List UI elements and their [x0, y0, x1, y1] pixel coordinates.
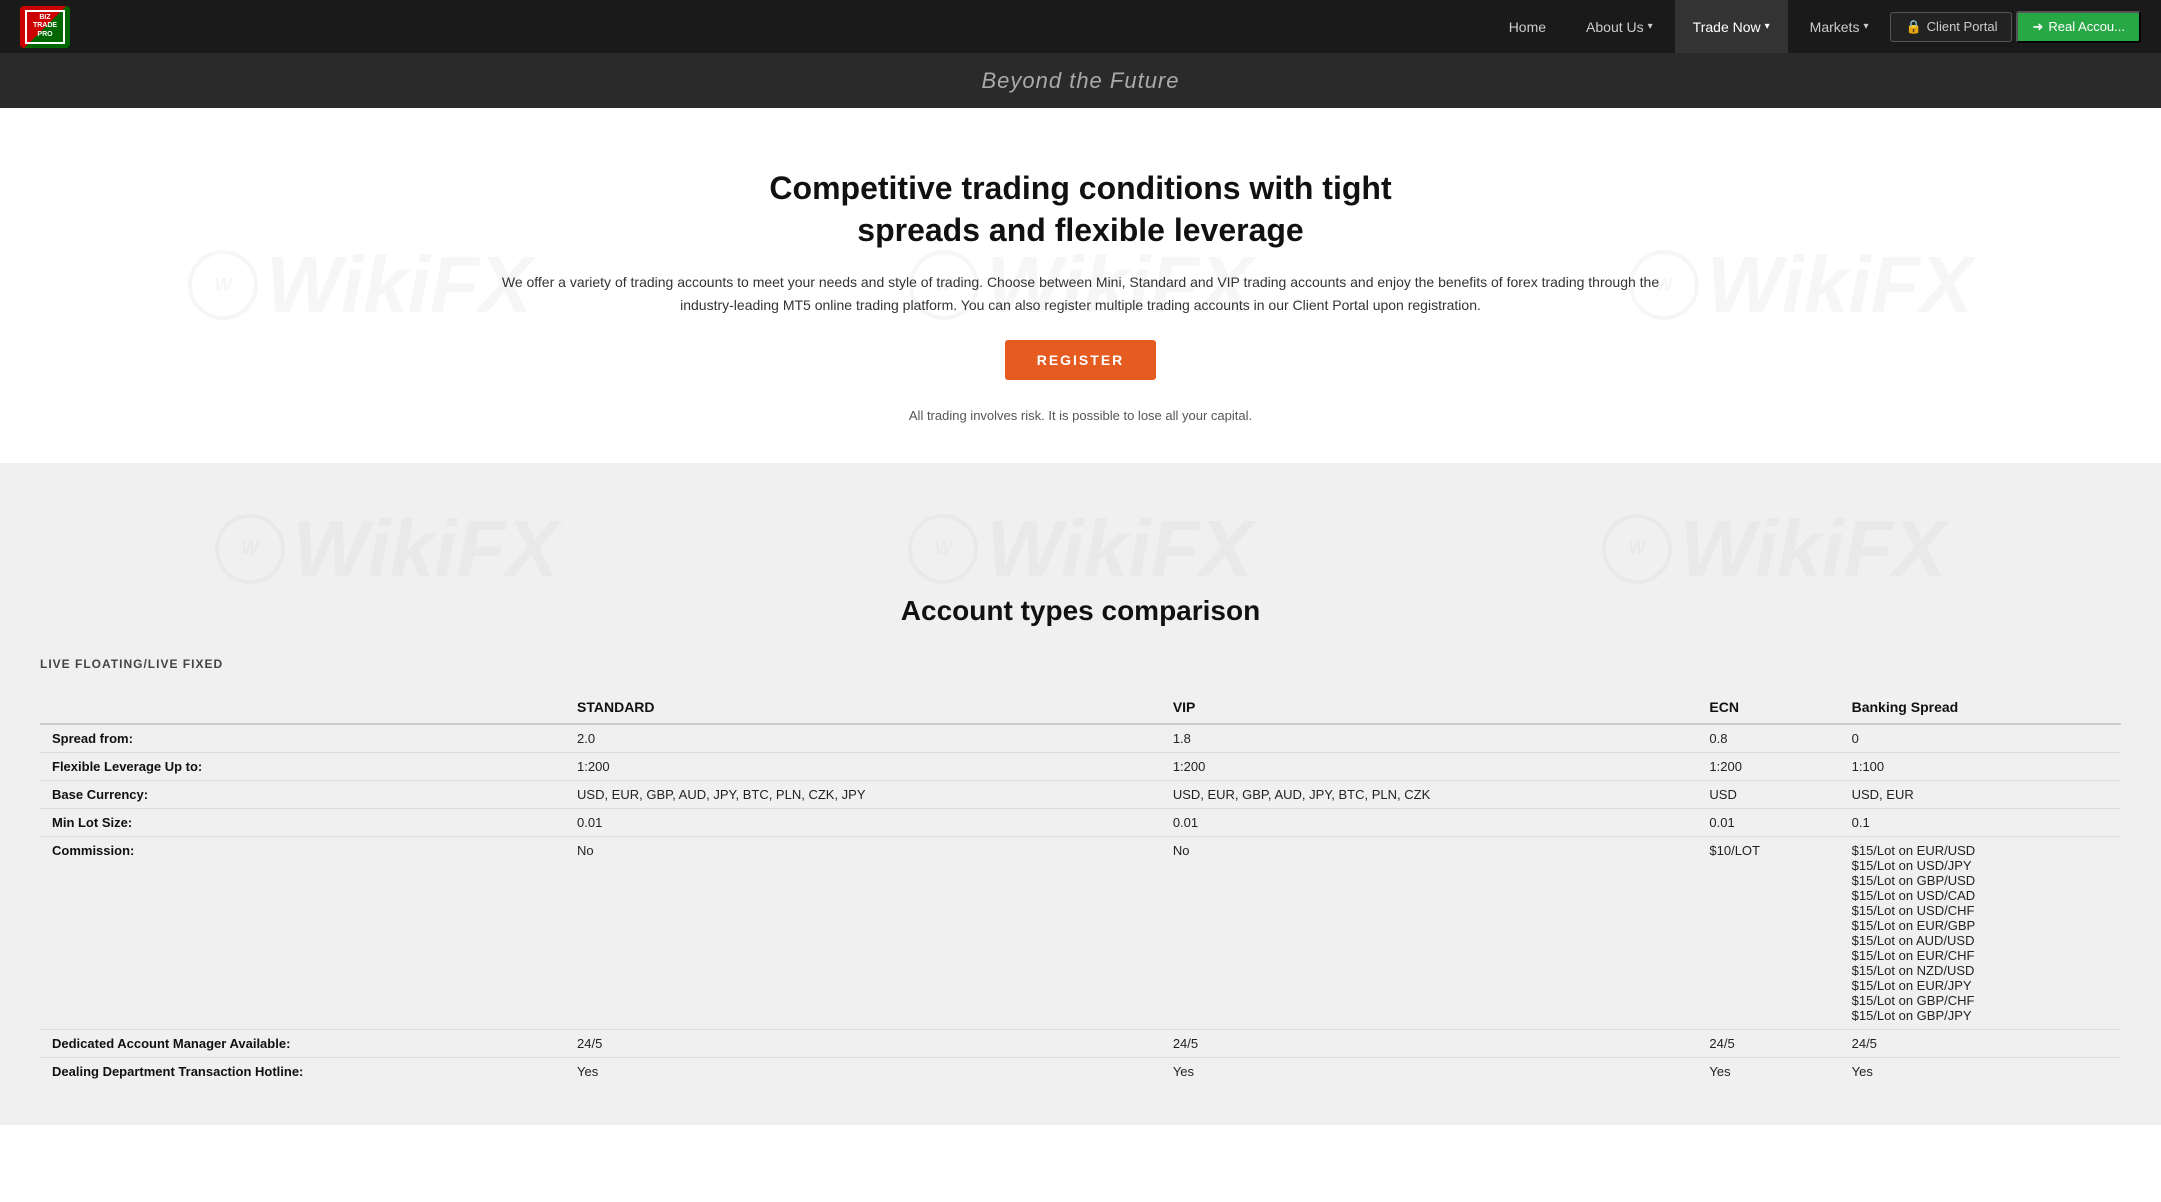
row-cell-banking: 0.1 — [1840, 808, 2121, 836]
table-row: Dedicated Account Manager Available:24/5… — [40, 1029, 2121, 1057]
row-cell-banking: 1:100 — [1840, 752, 2121, 780]
chevron-down-icon: ▾ — [1863, 21, 1868, 32]
row-cell-standard: 24/5 — [565, 1029, 1161, 1057]
row-cell-standard: USD, EUR, GBP, AUD, JPY, BTC, PLN, CZK, … — [565, 780, 1161, 808]
register-button[interactable]: REGISTER — [1005, 340, 1157, 380]
col-header-banking: Banking Spread — [1840, 691, 2121, 724]
row-label: Flexible Leverage Up to: — [40, 752, 565, 780]
lock-icon: 🔒 — [1905, 19, 1921, 35]
logo[interactable]: BIZTRADEPRO — [20, 6, 70, 48]
row-cell-vip: No — [1161, 836, 1698, 1029]
client-portal-button[interactable]: 🔒 Client Portal — [1890, 12, 2012, 42]
table-row: Min Lot Size:0.010.010.010.1 — [40, 808, 2121, 836]
comparison-table: STANDARD VIP ECN Banking Spread Spread f… — [40, 691, 2121, 1085]
section-label: LIVE FLOATING/LIVE FIXED — [40, 657, 2121, 671]
row-cell-standard: No — [565, 836, 1161, 1029]
risk-warning: All trading involves risk. It is possibl… — [20, 408, 2141, 423]
main-title: Competitive trading conditions with tigh… — [731, 168, 1431, 251]
comparison-title: Account types comparison — [40, 595, 2121, 627]
row-cell-ecn: $10/LOT — [1697, 836, 1839, 1029]
nav-links: Home About Us ▾ Trade Now ▾ Markets ▾ 🔒 … — [1491, 0, 2141, 53]
row-cell-banking: $15/Lot on EUR/USD $15/Lot on USD/JPY $1… — [1840, 836, 2121, 1029]
row-cell-banking: 24/5 — [1840, 1029, 2121, 1057]
navbar: BIZTRADEPRO Home About Us ▾ Trade Now ▾ … — [0, 0, 2161, 53]
table-row: Spread from:2.01.80.80 — [40, 724, 2121, 753]
real-account-button[interactable]: ➜ Real Accou... — [2016, 11, 2141, 43]
row-cell-standard: 0.01 — [565, 808, 1161, 836]
table-row: Dealing Department Transaction Hotline:Y… — [40, 1057, 2121, 1085]
comparison-section: W WikiFX W WikiFX W WikiFX Account types… — [0, 463, 2161, 1125]
col-header-vip: VIP — [1161, 691, 1698, 724]
row-label: Dedicated Account Manager Available: — [40, 1029, 565, 1057]
row-cell-standard: Yes — [565, 1057, 1161, 1085]
col-header-ecn: ECN — [1697, 691, 1839, 724]
arrow-right-icon: ➜ — [2032, 19, 2043, 35]
table-row: Base Currency:USD, EUR, GBP, AUD, JPY, B… — [40, 780, 2121, 808]
row-cell-vip: 1.8 — [1161, 724, 1698, 753]
row-cell-banking: 0 — [1840, 724, 2121, 753]
row-label: Spread from: — [40, 724, 565, 753]
main-section: W WikiFX W WikiFX W WikiFX Competitive t… — [0, 108, 2161, 463]
col-header-standard: STANDARD — [565, 691, 1161, 724]
row-label: Min Lot Size: — [40, 808, 565, 836]
row-label: Dealing Department Transaction Hotline: — [40, 1057, 565, 1085]
nav-about[interactable]: About Us ▾ — [1568, 0, 1671, 53]
row-label: Commission: — [40, 836, 565, 1029]
watermark-overlay: W WikiFX W WikiFX W WikiFX — [40, 503, 2121, 595]
row-cell-ecn: 0.01 — [1697, 808, 1839, 836]
hero-tagline: Beyond the Future — [981, 68, 1179, 94]
chevron-down-icon: ▾ — [1765, 21, 1770, 32]
row-cell-banking: Yes — [1840, 1057, 2121, 1085]
row-cell-vip: 24/5 — [1161, 1029, 1698, 1057]
row-cell-ecn: 24/5 — [1697, 1029, 1839, 1057]
row-cell-vip: 0.01 — [1161, 808, 1698, 836]
row-cell-standard: 2.0 — [565, 724, 1161, 753]
hero-banner: Beyond the Future — [0, 53, 2161, 108]
main-description: We offer a variety of trading accounts t… — [481, 271, 1681, 316]
nav-home[interactable]: Home — [1491, 0, 1564, 53]
row-cell-standard: 1:200 — [565, 752, 1161, 780]
table-header-row: STANDARD VIP ECN Banking Spread — [40, 691, 2121, 724]
row-cell-ecn: 0.8 — [1697, 724, 1839, 753]
table-row: Flexible Leverage Up to:1:2001:2001:2001… — [40, 752, 2121, 780]
row-cell-ecn: 1:200 — [1697, 752, 1839, 780]
row-cell-vip: USD, EUR, GBP, AUD, JPY, BTC, PLN, CZK — [1161, 780, 1698, 808]
col-header-label — [40, 691, 565, 724]
nav-markets[interactable]: Markets ▾ — [1792, 0, 1887, 53]
row-cell-vip: 1:200 — [1161, 752, 1698, 780]
row-cell-ecn: USD — [1697, 780, 1839, 808]
row-cell-vip: Yes — [1161, 1057, 1698, 1085]
chevron-down-icon: ▾ — [1648, 21, 1653, 32]
row-cell-banking: USD, EUR — [1840, 780, 2121, 808]
table-row: Commission:NoNo$10/LOT$15/Lot on EUR/USD… — [40, 836, 2121, 1029]
nav-trade-now[interactable]: Trade Now ▾ — [1675, 0, 1788, 53]
row-cell-ecn: Yes — [1697, 1057, 1839, 1085]
row-label: Base Currency: — [40, 780, 565, 808]
